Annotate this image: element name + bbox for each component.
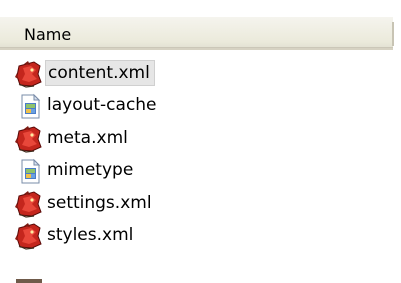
- xml-file-icon: [14, 222, 44, 250]
- xml-file-icon: [14, 60, 44, 88]
- generic-file-icon: [14, 157, 44, 185]
- file-name: styles.xml: [47, 224, 134, 245]
- column-resize-handle[interactable]: [392, 22, 395, 46]
- file-name: mimetype: [47, 160, 134, 181]
- file-name: content.xml: [45, 60, 155, 86]
- column-header-label: Name: [24, 25, 72, 44]
- column-header-name[interactable]: Name: [0, 17, 393, 50]
- generic-file-icon: [14, 92, 44, 120]
- file-name: settings.xml: [47, 192, 152, 213]
- list-item-styles-xml[interactable]: styles.xml: [0, 220, 401, 252]
- list-item-layout-cache[interactable]: layout-cache: [0, 90, 401, 122]
- list-item-content-xml[interactable]: content.xml: [0, 58, 401, 90]
- list-item-mimetype[interactable]: mimetype: [0, 155, 401, 187]
- xml-file-icon: [14, 190, 44, 218]
- file-explorer-window: Name content.xml layout-cache meta.xml m…: [0, 0, 401, 283]
- file-list: content.xml layout-cache meta.xml mimety…: [0, 58, 401, 252]
- file-name: meta.xml: [47, 127, 128, 148]
- list-item-meta-xml[interactable]: meta.xml: [0, 123, 401, 155]
- file-name: layout-cache: [47, 95, 157, 116]
- list-item-settings-xml[interactable]: settings.xml: [0, 188, 401, 220]
- partial-list-item: [16, 279, 42, 283]
- xml-file-icon: [14, 125, 44, 153]
